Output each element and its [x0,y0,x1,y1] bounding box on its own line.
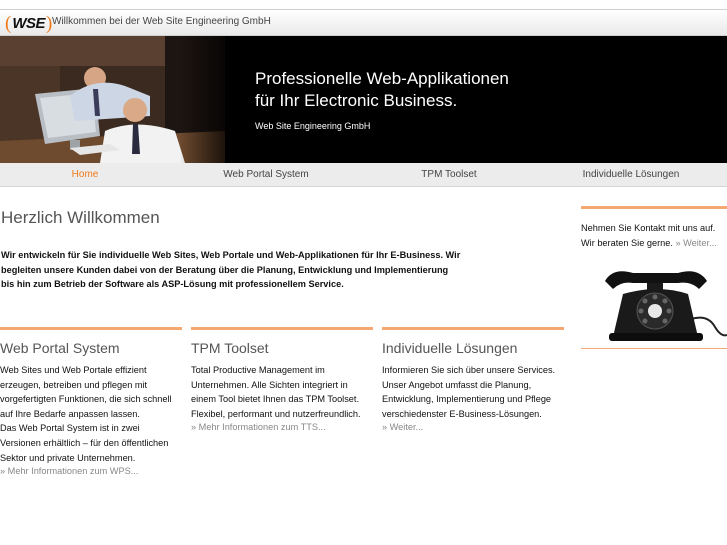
intro-text: Wir entwickeln für Sie individuelle Web … [1,250,461,289]
main-nav: Home Web Portal System TPM Toolset Indiv… [0,163,727,187]
page-title: Herzlich Willkommen [1,208,160,227]
nav-item-home[interactable]: Home [60,169,110,180]
nav-item-individuelle-loesungen[interactable]: Individuelle Lösungen [570,169,692,180]
more-link-tts[interactable]: » Mehr Informationen zum TTS... [191,422,373,432]
column-title: Web Portal System [0,340,120,356]
contact-more-link[interactable]: » Weiter... [675,238,716,248]
column-text: Total Productive Management im Unternehm… [191,365,361,419]
logo-text: WSE [12,14,45,32]
nav-item-web-portal-system[interactable]: Web Portal System [210,169,322,180]
site-title: Willkommen bei der Web Site Engineering … [52,16,271,27]
top-bar: ( WSE ) Willkommen bei der Web Site Engi… [0,9,727,36]
column-text: Web Sites und Web Portale effizient erze… [0,365,172,419]
column-title: TPM Toolset [191,340,269,356]
column-text: Informieren Sie sich über unsere Service… [382,365,556,419]
column-tpm-toolset: TPM Toolset Total Productive Management … [191,327,373,432]
telephone-icon [603,259,727,352]
more-link-loesungen[interactable]: » Weiter... [382,422,564,432]
wse-logo[interactable]: ( WSE ) [5,11,52,35]
hero-headline: Professionelle Web-Applikationen für Ihr… [255,69,509,110]
contact-text: Nehmen Sie Kontakt mit uns auf. Wir bera… [581,223,717,248]
column-text: Das Web Portal System ist in zwei Versio… [0,423,169,463]
hero-company-name: Web Site Engineering GmbH [255,121,371,131]
hero-banner: Professionelle Web-Applikationen für Ihr… [0,36,727,163]
more-link-wps[interactable]: » Mehr Informationen zum WPS... [0,466,182,476]
contact-box: Nehmen Sie Kontakt mit uns auf. Wir bera… [581,206,727,349]
column-title: Individuelle Lösungen [382,340,518,356]
column-individuelle-loesungen: Individuelle Lösungen Informieren Sie si… [382,327,564,432]
column-web-portal-system: Web Portal System Web Sites und Web Port… [0,327,182,476]
nav-item-tpm-toolset[interactable]: TPM Toolset [405,169,493,180]
